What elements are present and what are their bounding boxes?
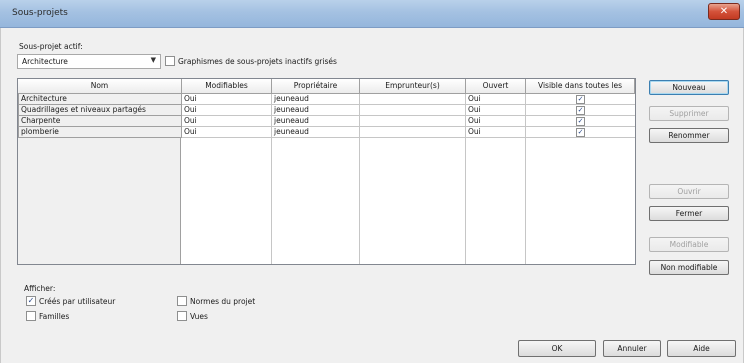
- row-name-cell[interactable]: Charpente: [18, 116, 182, 127]
- close-icon: ✕: [719, 6, 729, 17]
- help-button[interactable]: Aide: [667, 340, 736, 357]
- rename-button[interactable]: Renommer: [649, 128, 729, 143]
- chevron-down-icon: ▼: [150, 56, 156, 64]
- created-by-user-checkbox[interactable]: ✓: [26, 296, 36, 306]
- delete-button[interactable]: Supprimer: [649, 106, 729, 121]
- row-borrowers-cell: [360, 94, 465, 105]
- row-owner-cell: jeuneaud: [272, 105, 359, 116]
- row-open-cell[interactable]: Oui: [466, 94, 525, 105]
- gray-inactive-label: Graphismes de sous-projets inactifs gris…: [178, 57, 337, 66]
- row-name-cell[interactable]: plomberie: [18, 127, 182, 138]
- row-name-cell[interactable]: Quadrillages et niveaux partagés: [18, 105, 182, 116]
- open-button[interactable]: Ouvrir: [649, 184, 729, 199]
- row-open-cell[interactable]: Oui: [466, 105, 525, 116]
- row-editable-cell[interactable]: Oui: [182, 105, 271, 116]
- views-label: Vues: [190, 312, 208, 321]
- show-label: Afficher:: [24, 284, 56, 293]
- row-borrowers-cell: [360, 127, 465, 138]
- non-editable-button[interactable]: Non modifiable: [649, 260, 729, 275]
- header-editable[interactable]: Modifiables: [182, 79, 272, 94]
- row-owner-cell: jeuneaud: [272, 94, 359, 105]
- row-borrowers-cell: [360, 105, 465, 116]
- subprojects-table: Nom Modifiables Propriétaire Emprunteur(…: [17, 78, 636, 265]
- header-visible[interactable]: Visible dans toutes les: [526, 79, 635, 94]
- row-visible-checkbox[interactable]: ✓: [576, 128, 585, 137]
- window-title: Sous-projets: [12, 8, 68, 18]
- views-checkbox[interactable]: [177, 311, 187, 321]
- row-editable-cell[interactable]: Oui: [182, 116, 271, 127]
- row-editable-cell[interactable]: Oui: [182, 94, 271, 105]
- active-subproject-label: Sous-projet actif:: [19, 42, 83, 51]
- families-label: Familles: [39, 312, 70, 321]
- gray-inactive-checkbox[interactable]: [165, 56, 175, 66]
- cancel-button[interactable]: Annuler: [603, 340, 661, 357]
- header-open[interactable]: Ouvert: [466, 79, 526, 94]
- close-button[interactable]: ✕: [708, 3, 740, 20]
- title-bar: Sous-projets ✕: [0, 0, 744, 28]
- header-name[interactable]: Nom: [18, 79, 182, 94]
- row-open-cell[interactable]: Oui: [466, 127, 525, 138]
- created-by-user-label: Créés par utilisateur: [39, 297, 116, 306]
- header-owner[interactable]: Propriétaire: [272, 79, 360, 94]
- header-borrowers[interactable]: Emprunteur(s): [360, 79, 466, 94]
- editable-button[interactable]: Modifiable: [649, 237, 729, 252]
- row-visible-checkbox[interactable]: ✓: [576, 117, 585, 126]
- row-owner-cell: jeuneaud: [272, 116, 359, 127]
- active-subproject-select[interactable]: Architecture ▼: [17, 54, 161, 69]
- active-subproject-value: Architecture: [22, 57, 68, 66]
- close-subproject-button[interactable]: Fermer: [649, 206, 729, 221]
- row-borrowers-cell: [360, 116, 465, 127]
- project-standards-label: Normes du projet: [190, 297, 256, 306]
- project-standards-checkbox[interactable]: [177, 296, 187, 306]
- families-checkbox[interactable]: [26, 311, 36, 321]
- new-button[interactable]: Nouveau: [649, 80, 729, 95]
- row-owner-cell: jeuneaud: [272, 127, 359, 138]
- ok-button[interactable]: OK: [518, 340, 596, 357]
- row-name-cell[interactable]: Architecture: [18, 94, 182, 105]
- row-open-cell[interactable]: Oui: [466, 116, 525, 127]
- row-visible-checkbox[interactable]: ✓: [576, 95, 585, 104]
- row-editable-cell[interactable]: Oui: [182, 127, 271, 138]
- row-visible-checkbox[interactable]: ✓: [576, 106, 585, 115]
